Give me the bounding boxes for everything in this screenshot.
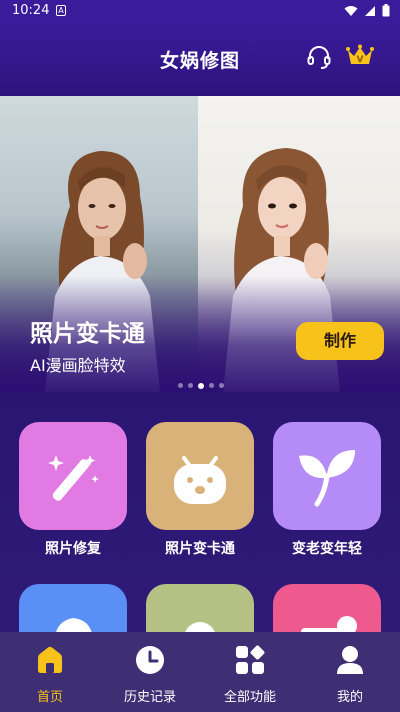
crown-vip-icon[interactable]: V <box>346 44 374 68</box>
clock-icon <box>136 646 164 674</box>
feature-label: 照片修复 <box>45 541 101 557</box>
feature-age-change[interactable]: 变老变年轻 <box>272 422 382 558</box>
nav-item-profile[interactable]: 我的 <box>300 632 400 712</box>
carousel-dot-active[interactable] <box>198 382 204 389</box>
nav-label: 全部功能 <box>223 690 276 705</box>
wifi-icon <box>344 5 358 16</box>
user-icon <box>337 646 363 674</box>
carousel-indicator <box>178 382 224 389</box>
status-bar: 10:24 A <box>0 0 400 24</box>
home-icon <box>38 646 62 673</box>
carousel-dot[interactable] <box>209 383 214 388</box>
carousel-dot[interactable] <box>188 383 193 388</box>
sprout-icon <box>299 450 355 507</box>
grid-icon <box>236 645 265 674</box>
banner-title: 照片变卡通 <box>30 321 145 347</box>
nav-item-history[interactable]: 历史记录 <box>100 632 200 712</box>
app-header: 女娲修图 V <box>0 24 400 96</box>
nav-item-home[interactable]: 首页 <box>0 632 100 712</box>
feature-photo-repair[interactable]: 照片修复 <box>18 422 128 558</box>
banner-subtitle: AI漫画脸特效 <box>30 356 126 375</box>
feature-tile[interactable] <box>19 422 127 530</box>
magic-wand-icon <box>48 455 99 501</box>
feature-tile[interactable] <box>273 422 381 530</box>
cartoon-face-icon <box>174 456 226 504</box>
nav-label: 我的 <box>336 690 363 705</box>
page-title: 女娲修图 <box>159 50 240 72</box>
feature-label: 照片变卡通 <box>165 541 235 557</box>
status-indicators <box>344 4 390 17</box>
battery-icon <box>382 4 390 17</box>
bottom-navigation: 首页 历史记录 全部功能 我的 <box>0 632 400 712</box>
make-button[interactable]: 制作 <box>296 322 384 360</box>
crown-letter: V <box>357 55 364 65</box>
notification-icon: A <box>56 5 66 16</box>
nav-label: 历史记录 <box>123 690 176 705</box>
nav-item-all-features[interactable]: 全部功能 <box>200 632 300 712</box>
status-time: 10:24 <box>12 3 50 18</box>
signal-icon <box>365 5 375 16</box>
feature-label: 变老变年轻 <box>292 541 362 557</box>
carousel-dot[interactable] <box>178 383 183 388</box>
nav-label: 首页 <box>36 690 63 705</box>
carousel-dot[interactable] <box>219 383 224 388</box>
headset-icon[interactable] <box>306 44 332 70</box>
feature-photo-cartoon[interactable]: 照片变卡通 <box>145 422 255 558</box>
promo-banner[interactable]: 照片变卡通 AI漫画脸特效 制作 <box>0 96 400 392</box>
feature-tile[interactable] <box>146 422 254 530</box>
